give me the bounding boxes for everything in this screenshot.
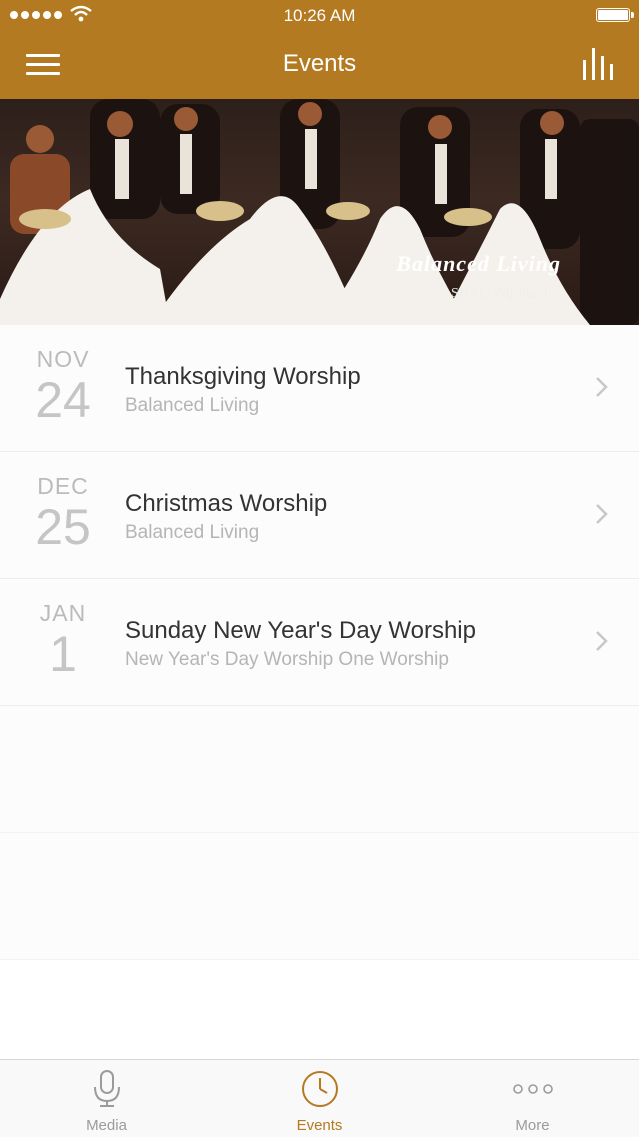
event-title: Sunday New Year's Day Worship xyxy=(125,617,476,644)
chevron-right-icon xyxy=(596,504,608,524)
tab-media-label: Media xyxy=(86,1117,127,1134)
navigation-bar: Events xyxy=(0,32,639,99)
event-month: DEC xyxy=(37,473,89,499)
event-title: Christmas Worship xyxy=(125,490,328,517)
event-subtitle: New Year's Day Worship One Worship xyxy=(125,649,449,670)
empty-row xyxy=(0,833,639,960)
tab-events-label: Events xyxy=(296,1117,343,1134)
more-icon xyxy=(513,1084,553,1094)
battery-icon xyxy=(596,8,634,22)
event-title: Thanksgiving Worship xyxy=(125,363,361,390)
tab-bar: Media Events More xyxy=(0,1059,639,1137)
tab-media[interactable]: Media xyxy=(0,1060,213,1137)
tab-more[interactable]: More xyxy=(426,1060,639,1137)
tab-more-label: More xyxy=(515,1117,550,1134)
tab-events[interactable]: Events xyxy=(213,1060,426,1137)
banner-title: Balanced Living xyxy=(396,251,561,276)
chevron-right-icon xyxy=(596,377,608,397)
event-day: 25 xyxy=(35,499,91,555)
event-banner-image: Balanced Living SHALOM|church xyxy=(0,99,639,325)
events-list: NOV 24 Thanksgiving Worship Balanced Liv… xyxy=(0,325,639,960)
top-bar: 10:26 AM Events xyxy=(0,0,639,99)
church-logo: SHALOM|church xyxy=(450,286,551,301)
event-day: 1 xyxy=(49,626,77,682)
event-subtitle: Balanced Living xyxy=(125,395,260,416)
clock-icon xyxy=(302,1071,338,1107)
event-row-christmas[interactable]: DEC 25 Christmas Worship Balanced Living xyxy=(0,452,639,579)
page-title: Events xyxy=(282,50,357,77)
empty-row xyxy=(0,706,639,833)
event-row-new-year[interactable]: JAN 1 Sunday New Year's Day Worship New … xyxy=(0,579,639,706)
event-month: JAN xyxy=(39,600,87,626)
event-month: NOV xyxy=(36,346,90,372)
status-bar: 10:26 AM xyxy=(0,0,639,32)
event-row-thanksgiving[interactable]: NOV 24 Thanksgiving Worship Balanced Liv… xyxy=(0,325,639,452)
status-time: 10:26 AM xyxy=(283,6,356,25)
microphone-icon xyxy=(94,1070,120,1107)
event-subtitle: Balanced Living xyxy=(125,522,260,543)
audio-levels-icon[interactable] xyxy=(583,48,613,80)
chevron-right-icon xyxy=(596,631,608,651)
event-day: 24 xyxy=(35,372,91,428)
